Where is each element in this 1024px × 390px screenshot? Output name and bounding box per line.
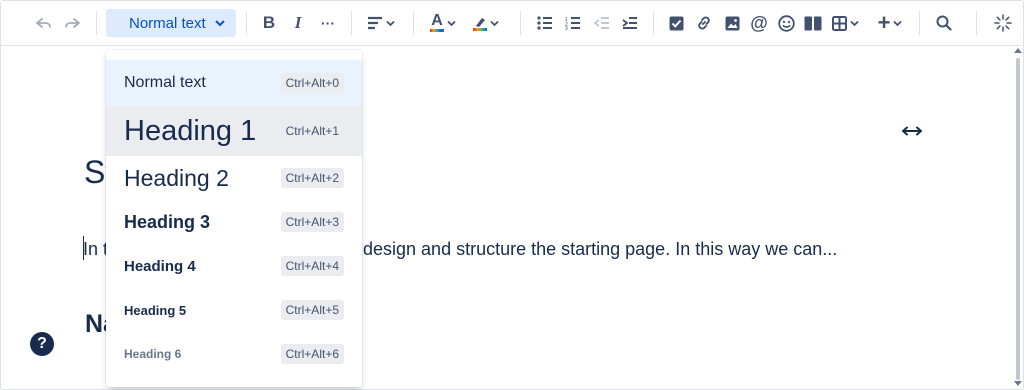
indent-button[interactable] (618, 9, 642, 37)
table-icon (831, 15, 847, 31)
chevron-down-icon (490, 20, 499, 26)
sparkle-icon (994, 14, 1012, 32)
numbered-list-icon: 123 (565, 17, 580, 30)
undo-icon (36, 18, 51, 28)
text-color-icon: A (430, 13, 444, 32)
toolbar-divider (520, 11, 521, 35)
menu-item-label: Heading 5 (124, 302, 187, 318)
scroll-up-arrow[interactable] (1014, 48, 1022, 53)
resize-horizontal-icon (902, 126, 922, 136)
menu-item-label: Heading 4 (124, 257, 196, 275)
chevron-down-icon (893, 20, 903, 26)
scrollbar-thumb[interactable] (1016, 58, 1020, 380)
question-mark-icon: ? (37, 335, 47, 352)
toolbar-divider (246, 11, 247, 35)
bold-button[interactable]: B (257, 9, 281, 37)
redo-icon (65, 18, 80, 28)
toolbar-divider (413, 11, 414, 35)
action-item-button[interactable] (664, 9, 688, 37)
bullet-list-icon (537, 16, 552, 30)
more-formatting-button[interactable]: ··· (315, 9, 341, 37)
insert-button[interactable]: + (872, 9, 908, 37)
help-button[interactable]: ? (30, 332, 54, 356)
italic-button[interactable]: I (286, 9, 310, 37)
image-icon (725, 16, 739, 30)
editor-toolbar: Normal text B I ··· A 123 @ + (1, 1, 1022, 46)
align-left-icon (368, 16, 382, 30)
layouts-button[interactable] (801, 9, 825, 37)
chevron-down-icon (447, 20, 456, 26)
menu-item-label: Heading 3 (124, 211, 211, 232)
image-button[interactable] (720, 9, 744, 37)
redo-button[interactable] (60, 9, 84, 37)
menu-item-heading-6[interactable]: Heading 6 Ctrl+Alt+6 (106, 332, 362, 376)
toolbar-divider (976, 11, 977, 35)
chevron-down-icon (215, 20, 225, 27)
scroll-down-arrow[interactable] (1014, 381, 1022, 386)
toolbar-divider (653, 11, 654, 35)
align-button[interactable] (363, 9, 399, 37)
shortcut-badge: Ctrl+Alt+2 (280, 168, 344, 188)
mention-button[interactable]: @ (747, 9, 771, 37)
shortcut-badge: Ctrl+Alt+6 (280, 344, 344, 364)
numbered-list-button[interactable]: 123 (561, 9, 585, 37)
checkbox-icon (669, 16, 683, 30)
menu-item-label: Heading 2 (124, 164, 229, 191)
menu-item-heading-3[interactable]: Heading 3 Ctrl+Alt+3 (106, 200, 362, 244)
emoji-icon (777, 14, 795, 32)
outdent-icon (594, 17, 609, 29)
shortcut-badge: Ctrl+Alt+3 (280, 212, 344, 232)
link-button[interactable] (692, 9, 716, 37)
menu-item-heading-4[interactable]: Heading 4 Ctrl+Alt+4 (106, 244, 362, 288)
text-style-menu: Normal text Ctrl+Alt+0 Heading 1 Ctrl+Al… (106, 50, 362, 387)
highlight-icon (473, 15, 487, 31)
shortcut-badge: Ctrl+Alt+4 (280, 256, 344, 276)
svg-text:3: 3 (565, 26, 568, 30)
chevron-down-icon (849, 20, 859, 26)
shortcut-badge: Ctrl+Alt+1 (280, 121, 344, 141)
chevron-down-icon (386, 20, 395, 26)
layout-icon (804, 16, 822, 30)
text-color-button[interactable]: A (425, 9, 461, 37)
indent-icon (622, 17, 637, 29)
menu-item-heading-5[interactable]: Heading 5 Ctrl+Alt+5 (106, 288, 362, 332)
outdent-button[interactable] (590, 9, 614, 37)
search-icon (936, 15, 952, 31)
table-button[interactable] (827, 9, 863, 37)
menu-item-heading-1[interactable]: Heading 1 Ctrl+Alt+1 (106, 106, 362, 156)
find-replace-button[interactable] (932, 9, 956, 37)
bullet-list-button[interactable] (533, 9, 557, 37)
menu-item-label: Normal text (124, 74, 206, 91)
shortcut-badge: Ctrl+Alt+0 (280, 73, 344, 93)
menu-item-heading-2[interactable]: Heading 2 Ctrl+Alt+2 (106, 156, 362, 200)
width-toggle-button[interactable] (901, 124, 923, 138)
text-style-label: Normal text (129, 14, 206, 32)
text-style-dropdown[interactable]: Normal text (106, 9, 236, 37)
paragraph-text-start[interactable]: In t (83, 239, 108, 260)
toolbar-divider (351, 11, 352, 35)
menu-item-label: Heading 6 (124, 347, 182, 361)
emoji-button[interactable] (774, 9, 798, 37)
toolbar-divider (919, 11, 920, 35)
link-icon (698, 16, 710, 30)
menu-item-label: Heading 1 (124, 114, 257, 147)
menu-item-normal-text[interactable]: Normal text Ctrl+Alt+0 (106, 60, 362, 106)
plus-icon: + (877, 10, 891, 35)
shortcut-badge: Ctrl+Alt+5 (280, 300, 344, 320)
undo-button[interactable] (32, 9, 56, 37)
highlight-button[interactable] (468, 9, 504, 37)
toolbar-divider (96, 11, 97, 35)
ai-button[interactable] (991, 9, 1015, 37)
paragraph-text[interactable]: design and structure the starting page. … (363, 239, 837, 260)
